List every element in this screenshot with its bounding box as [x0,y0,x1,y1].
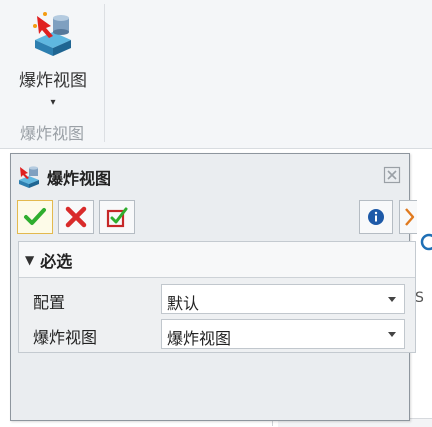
chevron-down-icon[interactable]: ▾ [50,97,55,108]
dialog-title: 爆炸视图 [47,169,112,188]
explode-view-dropdown[interactable]: 爆炸视图 [161,319,405,349]
dropdown-arrow-icon [388,332,396,337]
required-section-header[interactable]: ▼ 必选 [19,242,415,278]
dialog-title-bar: 爆炸视图 [17,164,111,190]
ribbon-group-label: 爆炸视图 [19,124,84,143]
dropdown-arrow-icon [388,297,396,302]
section-title: 必选 [40,251,73,271]
info-button[interactable] [359,200,393,234]
explode-view-icon [33,12,71,56]
required-section: ▼ 必选 配置 默认 爆炸视图 爆炸视图 [18,241,416,353]
close-button[interactable] [381,164,403,186]
info-icon [368,209,384,225]
close-icon [383,166,401,184]
checkmark-icon [24,208,46,225]
ok-button[interactable] [17,200,53,234]
ribbon-group-explode: 爆炸视图 ▾ 爆炸视图 [0,4,105,143]
chevron-right-icon [404,208,414,226]
apply-button[interactable] [99,200,135,234]
config-label: 配置 [33,293,66,312]
expand-panel-button[interactable] [399,200,417,234]
ribbon-bar: 爆炸视图 ▾ 爆炸视图 [0,0,432,149]
explode-view-dropdown-value: 爆炸视图 [167,329,232,348]
explode-view-button-label: 爆炸视图 [19,71,87,91]
background-panel-fragment: S [415,290,424,306]
config-dropdown[interactable]: 默认 [161,284,405,314]
collapse-triangle-icon: ▼ [25,252,35,267]
cancel-button[interactable] [58,200,94,234]
explode-view-ribbon-button[interactable]: 爆炸视图 ▾ [10,8,96,112]
apply-check-icon [106,207,128,228]
explode-view-dialog: 爆炸视图 ▼ 必选 配置 默认 爆炸视图 爆炸视图 [10,153,417,421]
explode-view-icon [19,166,39,188]
x-icon [65,206,87,228]
explode-view-label: 爆炸视图 [33,328,98,347]
config-dropdown-value: 默认 [167,294,200,313]
background-refresh-icon [420,233,432,251]
